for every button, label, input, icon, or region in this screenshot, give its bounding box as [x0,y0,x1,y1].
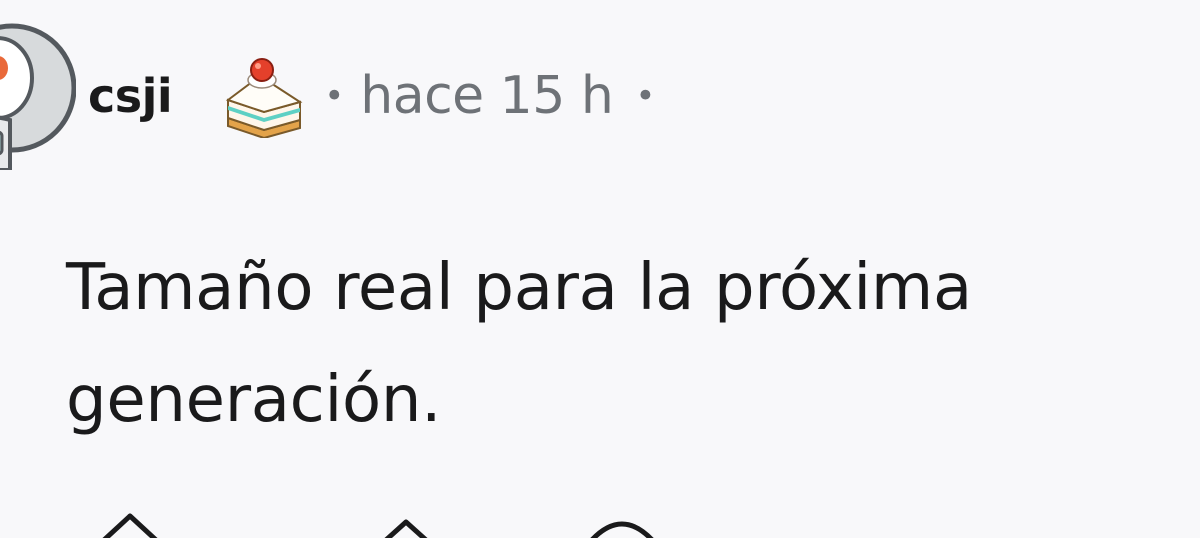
comment-body-line: generación. [66,363,442,437]
upvote-icon[interactable] [98,512,162,538]
username-link[interactable]: csji [88,69,173,123]
meta-separator: • [635,76,656,116]
reply-icon[interactable] [376,512,436,538]
share-icon[interactable] [582,512,662,538]
comment-action-bar [0,512,1200,538]
comment-body-line: Tamaño real para la próxima [66,251,972,325]
astronaut-avatar-icon [0,23,76,170]
comment-header: csji • hace 15 h • [88,50,655,142]
cake-icon [220,54,304,140]
comment-timestamp[interactable]: hace 15 h [360,66,614,126]
user-avatar[interactable] [0,8,76,170]
comment-body: Tamaño real para la próxima generación. [66,232,1166,456]
meta-separator: • [324,76,345,116]
